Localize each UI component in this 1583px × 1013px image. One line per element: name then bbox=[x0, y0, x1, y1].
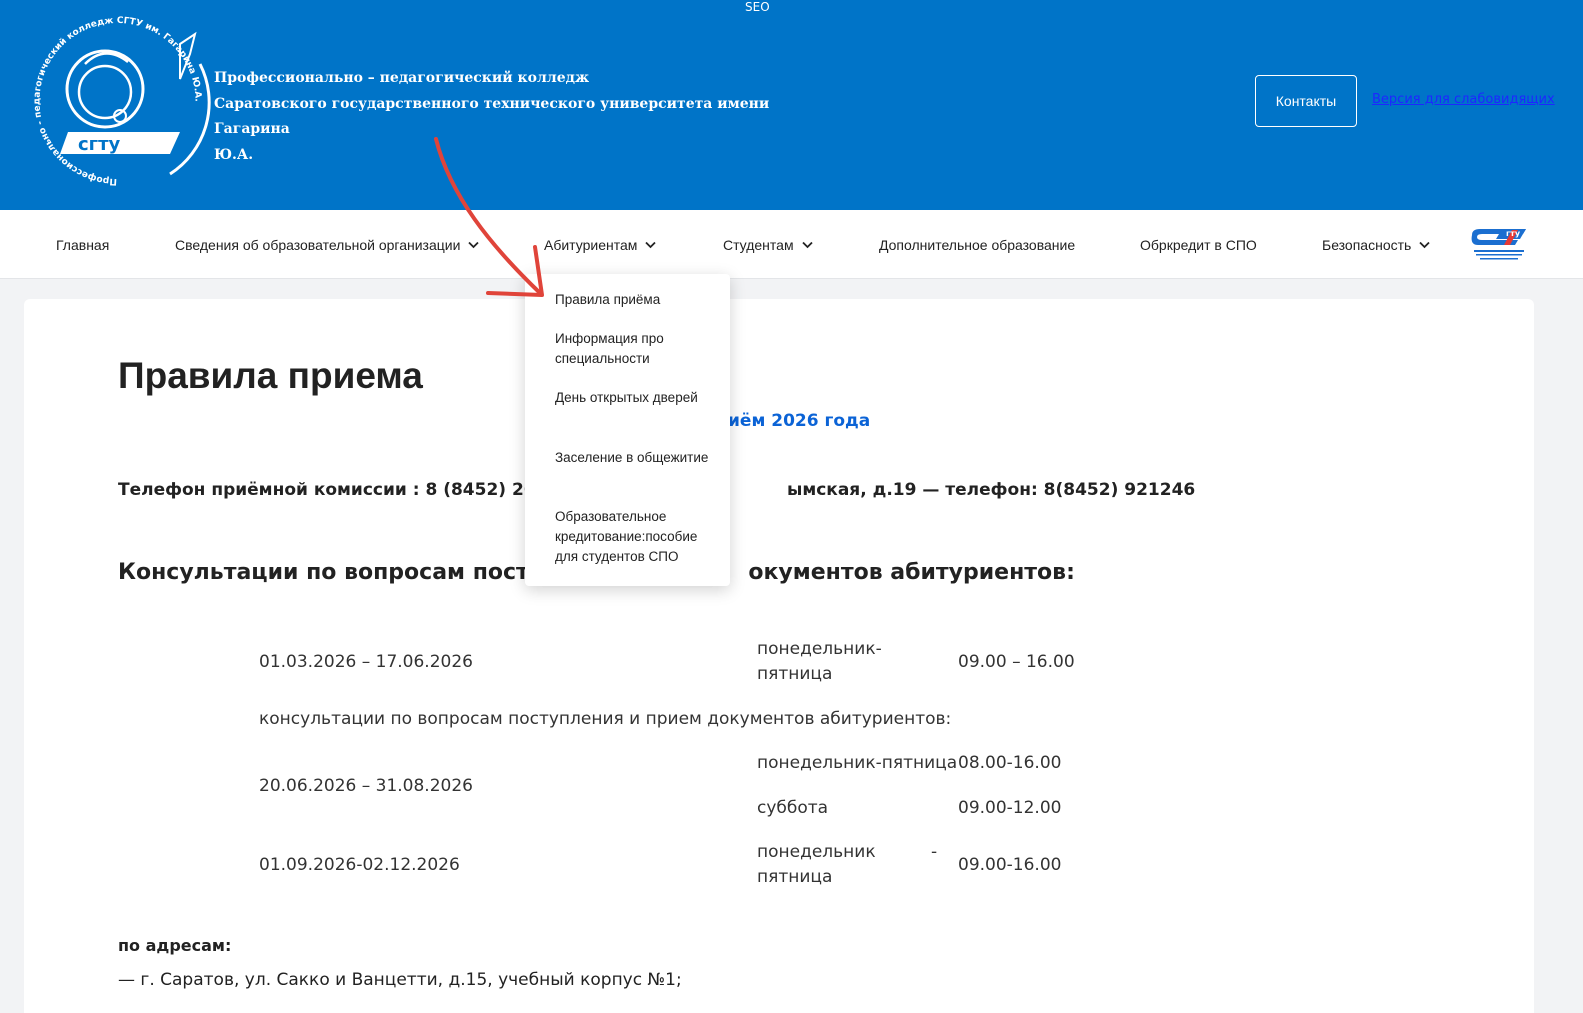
nav-item-edu-credit[interactable]: Обркредит в СПО bbox=[1140, 210, 1257, 279]
main-nav: Главная Сведения об образовательной орга… bbox=[0, 210, 1583, 279]
nav-item-students[interactable]: Студентам bbox=[723, 210, 813, 279]
schedule-days-3: суббота bbox=[757, 798, 829, 818]
dropdown-item-open-day[interactable]: День открытых дверей bbox=[555, 388, 720, 408]
dropdown-item-specialties[interactable]: Информация про специальности bbox=[555, 329, 720, 369]
address-line-1: — г. Саратов, ул. Сакко и Ванцетти, д.15… bbox=[118, 970, 682, 990]
schedule-days-4-dash: - bbox=[931, 842, 938, 862]
schedule-note: консультации по вопросам поступления и п… bbox=[259, 709, 952, 729]
admission-phone-text: Телефон приёмной комиссии : 8 (8452) 262… bbox=[118, 480, 583, 500]
schedule-days-4b: пятница bbox=[757, 867, 833, 887]
admission-year-link[interactable]: иём 2026 года bbox=[728, 411, 870, 431]
schedule-dates-2: 20.06.2026 – 31.08.2026 bbox=[259, 776, 473, 796]
schedule-days-1a: понедельник- bbox=[757, 639, 882, 659]
low-vision-version-link[interactable]: Версия для слабовидящих bbox=[1372, 92, 1555, 107]
nav-item-label: Обркредит в СПО bbox=[1140, 236, 1257, 253]
svg-text:гту: гту bbox=[1506, 229, 1521, 238]
svg-text:Профессионально - педагогическ: Профессионально - педагогический колледж… bbox=[32, 16, 202, 186]
college-title: Профессионально – педагогический колледж… bbox=[214, 66, 814, 168]
chevron-down-icon bbox=[801, 241, 813, 248]
college-title-line-3: Ю.А. bbox=[214, 146, 254, 163]
nav-item-additional-education[interactable]: Дополнительное образование bbox=[879, 210, 1075, 279]
address-phone-text: ымская, д.19 — телефон: 8(8452) 921246 bbox=[786, 480, 1196, 500]
dropdown-item-admission-rules[interactable]: Правила приёма bbox=[555, 290, 720, 310]
chevron-down-icon bbox=[468, 241, 480, 248]
seo-label: SEO bbox=[745, 0, 770, 14]
university-logo-icon[interactable]: гту bbox=[1466, 225, 1532, 263]
schedule-time-1: 09.00 – 16.00 bbox=[958, 652, 1075, 672]
nav-item-home[interactable]: Главная bbox=[56, 210, 109, 279]
schedule-time-3: 09.00-12.00 bbox=[958, 798, 1062, 818]
contacts-button[interactable]: Контакты bbox=[1255, 75, 1357, 127]
college-logo[interactable]: Профессионально - педагогический колледж… bbox=[20, 4, 215, 199]
page-title: Правила приема bbox=[118, 355, 423, 396]
schedule-dates-1: 01.03.2026 – 17.06.2026 bbox=[259, 652, 473, 672]
nav-item-label: Дополнительное образование bbox=[879, 236, 1076, 253]
dropdown-item-edu-credit[interactable]: Образовательное кредитование:пособие для… bbox=[555, 507, 720, 567]
address-title: по адресам: bbox=[118, 936, 232, 955]
dropdown-item-dormitory[interactable]: Заселение в общежитие bbox=[555, 448, 720, 468]
chevron-down-icon bbox=[1419, 241, 1430, 248]
nav-item-label: Абитуриентам bbox=[544, 236, 638, 253]
chevron-down-icon bbox=[645, 241, 657, 248]
schedule-dates-4: 01.09.2026-02.12.2026 bbox=[259, 855, 460, 875]
college-title-line-1: Профессионально – педагогический колледж bbox=[214, 70, 590, 86]
nav-item-label: Студентам bbox=[723, 236, 794, 253]
nav-item-label: Безопасность bbox=[1322, 236, 1412, 253]
nav-item-applicants[interactable]: Абитуриентам bbox=[544, 210, 657, 279]
schedule-days-2: понедельник-пятница bbox=[757, 753, 958, 773]
nav-item-label: Сведения об образовательной организации bbox=[175, 236, 461, 253]
college-title-line-2: Саратовского государственного техническо… bbox=[214, 95, 770, 138]
schedule-days-1b: пятница bbox=[757, 664, 833, 684]
schedule-days-4a: понедельник bbox=[757, 842, 876, 862]
nav-item-label: Главная bbox=[56, 236, 110, 253]
nav-item-org-info[interactable]: Сведения об образовательной организации bbox=[175, 210, 480, 279]
applicants-dropdown-menu: Правила приёма Информация про специально… bbox=[525, 274, 730, 586]
schedule-time-2: 08.00-16.00 bbox=[958, 753, 1062, 773]
nav-item-safety[interactable]: Безопасность bbox=[1322, 210, 1430, 279]
consult-heading-right: окументов абитуриентов: bbox=[748, 560, 1075, 585]
svg-text:сгту: сгту bbox=[78, 134, 121, 155]
site-header: SEO Профессионально - педагогический кол… bbox=[0, 0, 1583, 210]
consult-heading-left: Консультации по вопросам поступ bbox=[118, 560, 559, 585]
schedule-time-4: 09.00-16.00 bbox=[958, 855, 1062, 875]
